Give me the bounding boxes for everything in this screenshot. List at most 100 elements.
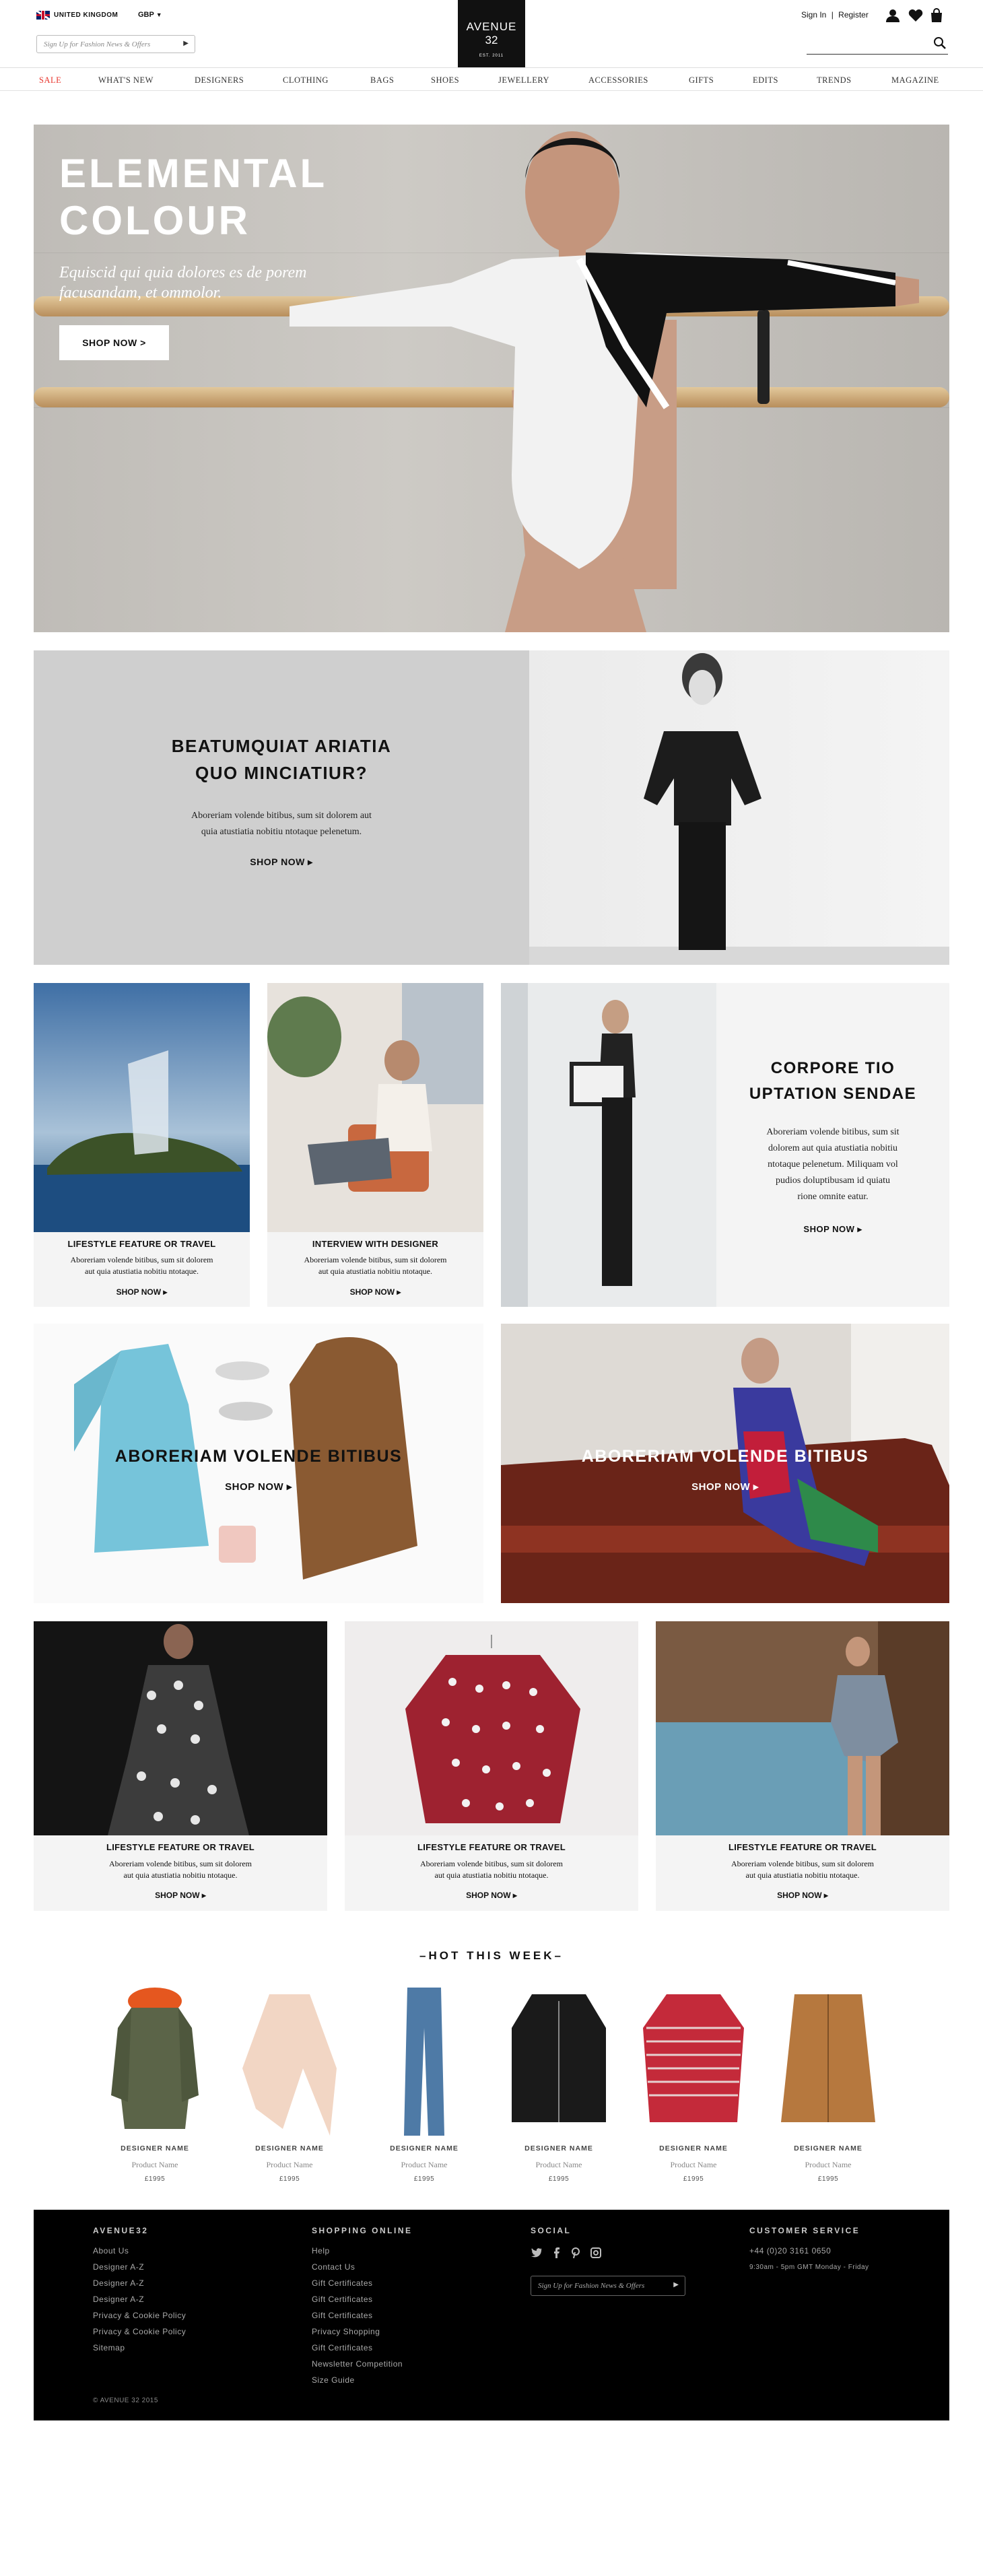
product-price: £1995: [817, 2175, 839, 2183]
nav-item-trends[interactable]: TRENDS: [817, 75, 852, 86]
country-selector[interactable]: UNITED KINGDOM: [54, 11, 118, 19]
product-card[interactable]: DESIGNER NAME Product Name £1995: [774, 1988, 882, 2193]
product-name[interactable]: Product Name: [236, 2160, 343, 2170]
product-card[interactable]: DESIGNER NAME Product Name £1995: [505, 1988, 613, 2193]
nav-item-designers[interactable]: DESIGNERS: [195, 75, 244, 86]
product-designer[interactable]: DESIGNER NAME: [370, 2144, 478, 2153]
product-name[interactable]: Product Name: [101, 2160, 209, 2170]
site-footer: AVENUE32 About Us Designer A-Z Designer …: [34, 2210, 949, 2420]
feature-split-card[interactable]: CORPORE TIO UPTATION SENDAE Aboreriam vo…: [501, 983, 949, 1307]
hero-banner[interactable]: ELEMENTAL COLOUR Equiscid qui quia dolor…: [34, 125, 949, 632]
nav-item-gifts[interactable]: GIFTS: [689, 75, 714, 86]
product-designer[interactable]: DESIGNER NAME: [774, 2144, 882, 2153]
banner-shop-now-link[interactable]: SHOP NOW ▸: [501, 1481, 949, 1493]
search-icon[interactable]: [933, 36, 947, 50]
card-shop-now-link[interactable]: SHOP NOW ▸: [34, 1287, 250, 1297]
print-dress-image: [34, 1621, 327, 1835]
product-designer[interactable]: DESIGNER NAME: [101, 2144, 209, 2153]
newsletter-signup-input[interactable]: Sign Up for Fashion News & Offers ▶: [36, 35, 195, 53]
footer-link[interactable]: Gift Certificates: [312, 2295, 373, 2304]
nav-item-accessories[interactable]: ACCESSORIES: [588, 75, 648, 86]
uk-flag-icon[interactable]: [36, 11, 50, 20]
card-body-line: aut quia atustiatia nobitiu ntotaque.: [85, 1266, 199, 1276]
facebook-icon[interactable]: [553, 2247, 560, 2258]
card-shop-now-link[interactable]: SHOP NOW ▸: [34, 1891, 327, 1900]
footer-link[interactable]: Gift Certificates: [312, 2278, 373, 2288]
footer-link[interactable]: Gift Certificates: [312, 2311, 373, 2320]
footer-heading-social: SOCIAL: [531, 2226, 572, 2235]
footer-link[interactable]: Gift Certificates: [312, 2343, 373, 2352]
nav-item-magazine[interactable]: MAGAZINE: [891, 75, 939, 86]
newsletter-signup-placeholder: Sign Up for Fashion News & Offers: [44, 40, 151, 48]
card-title: LIFESTYLE FEATURE OR TRAVEL: [106, 1842, 255, 1852]
nav-item-bags[interactable]: BAGS: [370, 75, 394, 86]
feature-card[interactable]: LIFESTYLE FEATURE OR TRAVEL Aboreriam vo…: [345, 1621, 638, 1911]
product-designer[interactable]: DESIGNER NAME: [505, 2144, 613, 2153]
promo-banner[interactable]: BEATUMQUIAT ARIATIA QUO MINCIATIUR? Abor…: [34, 650, 949, 965]
nav-item-shoes[interactable]: SHOES: [431, 75, 459, 86]
promo-shop-now-link[interactable]: SHOP NOW ▸: [34, 856, 529, 868]
footer-link[interactable]: About Us: [93, 2246, 129, 2256]
site-logo[interactable]: AVENUE 32 EST. 2011: [458, 0, 525, 67]
card-title: LIFESTYLE FEATURE OR TRAVEL: [417, 1842, 566, 1852]
product-designer[interactable]: DESIGNER NAME: [640, 2144, 747, 2153]
footer-link[interactable]: Contact Us: [312, 2262, 355, 2272]
footer-newsletter-input[interactable]: Sign Up for Fashion News & Offers ▶: [531, 2276, 685, 2296]
footer-link[interactable]: Privacy Shopping: [312, 2327, 380, 2336]
product-designer[interactable]: DESIGNER NAME: [236, 2144, 343, 2153]
card-body-line: aut quia atustiatia nobitiu ntotaque.: [318, 1266, 432, 1276]
feature-shop-now-link[interactable]: SHOP NOW ▸: [716, 1224, 949, 1235]
feature-card[interactable]: LIFESTYLE FEATURE OR TRAVEL Aboreriam vo…: [656, 1621, 949, 1911]
footer-link[interactable]: Newsletter Competition: [312, 2359, 403, 2369]
nav-item-sale[interactable]: SALE: [39, 75, 61, 86]
twitter-icon[interactable]: [531, 2247, 543, 2258]
card-shop-now-link[interactable]: SHOP NOW ▸: [345, 1891, 638, 1900]
promo-body-line1: Aboreriam volende bitibus, sum sit dolor…: [191, 811, 372, 821]
card-shop-now-link[interactable]: SHOP NOW ▸: [656, 1891, 949, 1900]
footer-link[interactable]: Designer A-Z: [93, 2262, 144, 2272]
product-name[interactable]: Product Name: [370, 2160, 478, 2170]
product-card[interactable]: DESIGNER NAME Product Name £1995: [370, 1988, 478, 2193]
banner-shop-now-link[interactable]: SHOP NOW ▸: [34, 1481, 483, 1493]
user-icon[interactable]: [885, 8, 900, 23]
search-input[interactable]: [807, 54, 948, 55]
feature-card[interactable]: LIFESTYLE FEATURE OR TRAVEL Aboreriam vo…: [34, 1621, 327, 1911]
footer-link[interactable]: Sitemap: [93, 2343, 125, 2352]
product-name[interactable]: Product Name: [505, 2160, 613, 2170]
currency-selector[interactable]: GBP ▼: [138, 11, 162, 19]
clothing-flatlay-banner[interactable]: ABORERIAM VOLENDE BITIBUS SHOP NOW ▸: [34, 1324, 483, 1603]
hero-shop-now-button[interactable]: SHOP NOW >: [59, 325, 169, 360]
product-name[interactable]: Product Name: [774, 2160, 882, 2170]
card-body: Aboreriam volende bitibus, sum sit dolor…: [656, 1858, 949, 1881]
product-card[interactable]: DESIGNER NAME Product Name £1995: [236, 1988, 343, 2193]
card-shop-now-link[interactable]: SHOP NOW ▸: [267, 1287, 483, 1297]
product-card[interactable]: DESIGNER NAME Product Name £1995: [640, 1988, 747, 2193]
customer-service-phone[interactable]: +44 (0)20 3161 0650: [749, 2246, 831, 2256]
footer-link[interactable]: Privacy & Cookie Policy: [93, 2327, 186, 2336]
footer-link[interactable]: Designer A-Z: [93, 2278, 144, 2288]
register-link[interactable]: Register: [838, 10, 869, 20]
footer-link[interactable]: Designer A-Z: [93, 2295, 144, 2304]
feature-card[interactable]: LIFESTYLE FEATURE OR TRAVEL Aboreriam vo…: [34, 983, 250, 1307]
heart-icon[interactable]: [908, 8, 923, 23]
footer-link[interactable]: Privacy & Cookie Policy: [93, 2311, 186, 2320]
product-image-sweater: [643, 1994, 744, 2122]
product-price: £1995: [144, 2175, 166, 2183]
nav-item-whats-new[interactable]: WHAT'S NEW: [98, 75, 154, 86]
arrow-right-icon[interactable]: ▶: [183, 40, 189, 47]
nav-item-jewellery[interactable]: JEWELLERY: [498, 75, 549, 86]
nav-item-edits[interactable]: EDITS: [753, 75, 778, 86]
product-name[interactable]: Product Name: [640, 2160, 747, 2170]
bag-icon[interactable]: [929, 8, 944, 23]
footer-heading-customer-service: CUSTOMER SERVICE: [749, 2226, 860, 2235]
feature-card[interactable]: INTERVIEW WITH DESIGNER Aboreriam volend…: [267, 983, 483, 1307]
footer-link[interactable]: Size Guide: [312, 2375, 355, 2385]
nav-item-clothing[interactable]: CLOTHING: [283, 75, 329, 86]
footer-link[interactable]: Help: [312, 2246, 330, 2256]
sign-in-link[interactable]: Sign In: [801, 10, 826, 20]
instagram-icon[interactable]: [590, 2247, 601, 2258]
pinterest-icon[interactable]: [571, 2247, 580, 2258]
product-card[interactable]: DESIGNER NAME Product Name £1995: [101, 1988, 209, 2193]
sofa-model-banner[interactable]: ABORERIAM VOLENDE BITIBUS SHOP NOW ▸: [501, 1324, 949, 1603]
arrow-right-icon[interactable]: ▶: [673, 2281, 679, 2289]
